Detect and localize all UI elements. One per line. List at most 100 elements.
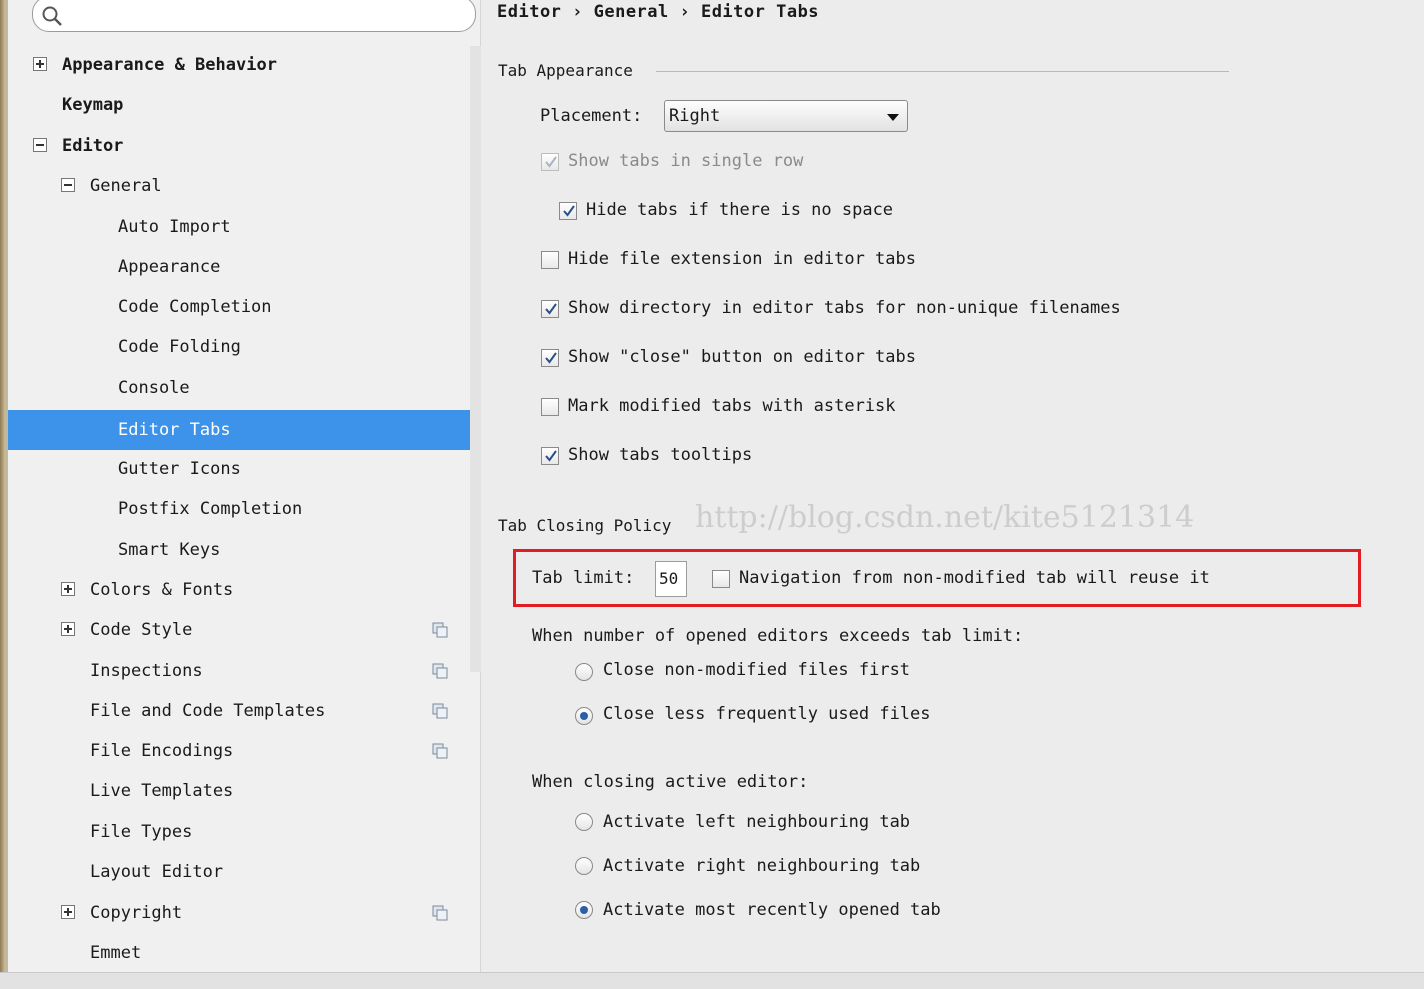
- collapse-icon[interactable]: [61, 178, 75, 192]
- tree-item-label: Auto Import: [118, 217, 231, 237]
- mark-modified-label: Mark modified tabs with asterisk: [568, 396, 896, 416]
- watermark: http://blog.csdn.net/kite5121314: [695, 500, 1195, 535]
- placement-label: Placement:: [540, 106, 643, 126]
- tree-item-colors-fonts[interactable]: Colors & Fonts: [8, 570, 470, 610]
- project-settings-icon: [432, 905, 448, 921]
- tree-item-label: Inspections: [90, 661, 203, 681]
- tree-item-label: Code Folding: [118, 337, 241, 357]
- tree-item-file-code-templates[interactable]: File and Code Templates: [8, 691, 470, 731]
- activate-left-radio[interactable]: [575, 813, 593, 831]
- hide-extension-label: Hide file extension in editor tabs: [568, 249, 916, 269]
- project-settings-icon: [432, 743, 448, 759]
- tree-item-code-style[interactable]: Code Style: [8, 610, 470, 650]
- hide-extension-checkbox[interactable]: [541, 251, 559, 269]
- tree-item-inspections[interactable]: Inspections: [8, 651, 470, 691]
- activate-recent-radio[interactable]: [575, 901, 593, 919]
- tree-item-layout-editor[interactable]: Layout Editor: [8, 852, 470, 892]
- close-less-frequent-radio[interactable]: [575, 707, 593, 725]
- show-tooltips-label: Show tabs tooltips: [568, 445, 753, 465]
- exceeds-limit-label: When number of opened editors exceeds ta…: [532, 626, 1024, 646]
- search-icon: [42, 6, 62, 26]
- collapse-icon[interactable]: [33, 138, 47, 152]
- single-row-label: Show tabs in single row: [568, 151, 804, 171]
- settings-content: Editor › General › Editor Tabs Tab Appea…: [481, 0, 1424, 972]
- separator: [656, 71, 1229, 72]
- close-non-modified-label: Close non-modified files first: [603, 660, 911, 680]
- tree-item-label: Editor Tabs: [118, 420, 231, 440]
- tree-item-copyright[interactable]: Copyright: [8, 893, 470, 933]
- tree-item-smart-keys[interactable]: Smart Keys: [8, 530, 470, 570]
- tree-item-editor-tabs[interactable]: Editor Tabs: [8, 410, 478, 450]
- check-icon: [563, 205, 575, 217]
- tree-item-label: Layout Editor: [90, 862, 224, 882]
- dialog-bottom-bar: [0, 972, 1424, 989]
- placement-value: Right: [669, 106, 721, 126]
- close-non-modified-radio[interactable]: [575, 663, 593, 681]
- tab-limit-label: Tab limit:: [532, 568, 635, 588]
- tree-item-file-types[interactable]: File Types: [8, 812, 470, 852]
- tree-item-label: File Encodings: [90, 741, 234, 761]
- tree-item-label: Code Style: [90, 620, 193, 640]
- closing-active-label: When closing active editor:: [532, 772, 809, 792]
- tree-item-general[interactable]: General: [8, 166, 470, 206]
- check-icon: [545, 156, 557, 168]
- tree-item-label: Emmet: [90, 943, 142, 963]
- tree-item-code-completion[interactable]: Code Completion: [8, 287, 470, 327]
- expand-icon[interactable]: [61, 582, 75, 596]
- tree-item-label: Smart Keys: [118, 540, 221, 560]
- tree-item-label: File and Code Templates: [90, 701, 326, 721]
- tree-item-file-encodings[interactable]: File Encodings: [8, 731, 470, 771]
- window-left-edge: [0, 0, 8, 988]
- tree-item-label: Live Templates: [90, 781, 234, 801]
- project-settings-icon: [432, 663, 448, 679]
- tab-limit-input[interactable]: 50: [655, 561, 687, 597]
- search-input[interactable]: [32, 0, 476, 32]
- tree-item-code-folding[interactable]: Code Folding: [8, 327, 470, 367]
- hide-tabs-checkbox[interactable]: [559, 202, 577, 220]
- chevron-down-icon: [887, 114, 899, 121]
- expand-icon[interactable]: [33, 57, 47, 71]
- project-settings-icon: [432, 622, 448, 638]
- activate-recent-label: Activate most recently opened tab: [603, 900, 941, 920]
- section-title-tab-closing: Tab Closing Policy: [498, 516, 672, 535]
- tree-item-console[interactable]: Console: [8, 368, 470, 408]
- expand-icon[interactable]: [61, 622, 75, 636]
- show-close-button-checkbox[interactable]: [541, 349, 559, 367]
- tree-item-appearance-behavior[interactable]: Appearance & Behavior: [8, 45, 470, 85]
- section-title-tab-appearance: Tab Appearance: [498, 61, 633, 80]
- navigation-reuse-checkbox[interactable]: [712, 570, 730, 588]
- placement-dropdown[interactable]: Right: [664, 100, 908, 132]
- single-row-checkbox[interactable]: [541, 153, 559, 171]
- tree-item-gutter-icons[interactable]: Gutter Icons: [8, 449, 470, 489]
- check-icon: [545, 352, 557, 364]
- tree-item-appearance[interactable]: Appearance: [8, 247, 470, 287]
- navigation-reuse-label: Navigation from non-modified tab will re…: [739, 568, 1210, 588]
- tree-item-label: Copyright: [90, 903, 183, 923]
- show-directory-checkbox[interactable]: [541, 300, 559, 318]
- expand-icon[interactable]: [61, 905, 75, 919]
- tree-item-keymap[interactable]: Keymap: [8, 85, 470, 125]
- tree-item-label: Editor: [62, 136, 124, 156]
- tree-item-emmet[interactable]: Emmet: [8, 933, 470, 973]
- activate-left-label: Activate left neighbouring tab: [603, 812, 911, 832]
- tree-item-label: Colors & Fonts: [90, 580, 234, 600]
- tree-item-postfix-completion[interactable]: Postfix Completion: [8, 489, 470, 529]
- activate-right-radio[interactable]: [575, 857, 593, 875]
- tree-item-label: Code Completion: [118, 297, 272, 317]
- check-icon: [545, 303, 557, 315]
- tree-item-auto-import[interactable]: Auto Import: [8, 207, 470, 247]
- show-tooltips-checkbox[interactable]: [541, 447, 559, 465]
- show-close-button-label: Show "close" button on editor tabs: [568, 347, 916, 367]
- tree-item-label: Gutter Icons: [118, 459, 241, 479]
- hide-tabs-label: Hide tabs if there is no space: [586, 200, 894, 220]
- tree-item-live-templates[interactable]: Live Templates: [8, 771, 470, 811]
- tree-item-label: Console: [118, 378, 190, 398]
- settings-sidebar: Appearance & Behavior Keymap Editor Gene…: [8, 0, 486, 973]
- tree-item-label: File Types: [90, 822, 193, 842]
- tree-item-editor[interactable]: Editor: [8, 126, 470, 166]
- mark-modified-checkbox[interactable]: [541, 398, 559, 416]
- tree-item-label: General: [90, 176, 162, 196]
- tree-item-label: Keymap: [62, 95, 124, 115]
- close-less-frequent-label: Close less frequently used files: [603, 704, 931, 724]
- tree-item-label: Appearance & Behavior: [62, 55, 277, 75]
